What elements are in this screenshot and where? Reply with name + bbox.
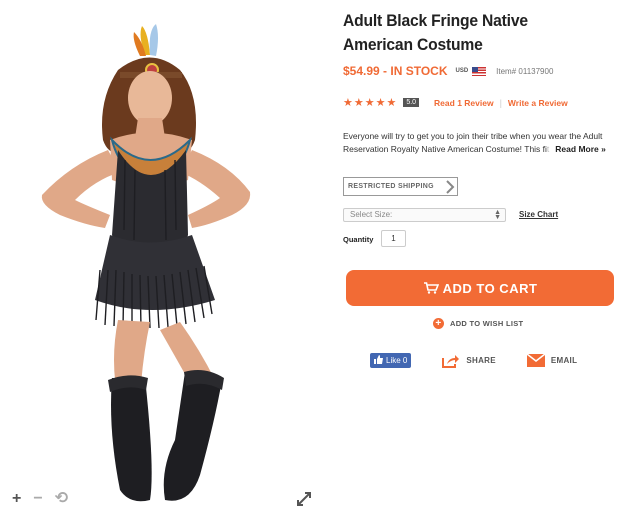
- zoom-out-icon[interactable]: −: [33, 491, 42, 507]
- thumbs-up-icon: [374, 355, 383, 366]
- size-select-value: Select Size:: [350, 210, 393, 219]
- quantity-label: Quantity: [343, 235, 374, 244]
- share-button[interactable]: SHARE: [442, 354, 496, 368]
- plus-circle-icon: +: [433, 318, 444, 329]
- divider: |: [499, 97, 502, 108]
- add-to-cart-button[interactable]: ADD TO CART: [346, 270, 614, 306]
- envelope-icon: [526, 354, 545, 367]
- like-count: Like 0: [386, 356, 408, 365]
- facebook-like-button[interactable]: Like 0: [370, 353, 412, 368]
- wish-list-label: ADD TO WISH LIST: [450, 319, 524, 328]
- item-number: Item# 01137900: [496, 66, 554, 76]
- read-more-link[interactable]: Read More »: [555, 143, 606, 156]
- zoom-controls: + − ⟲: [12, 491, 68, 507]
- description-line: Reservation Royalty Native American Cost…: [343, 144, 547, 154]
- star-rating-icon: ★★★★★: [343, 97, 398, 109]
- cart-icon: [423, 282, 439, 294]
- write-review-link[interactable]: Write a Review: [508, 98, 568, 108]
- product-description: Everyone will try to get you to join the…: [343, 130, 618, 156]
- share-label: SHARE: [466, 356, 496, 365]
- quantity-input[interactable]: 1: [381, 230, 406, 247]
- select-arrows-icon: ▲ ▼: [494, 209, 501, 221]
- restricted-shipping-label: RESTRICTED SHIPPING: [348, 183, 434, 190]
- description-fade: t: [546, 144, 550, 154]
- size-chart-link[interactable]: Size Chart: [519, 210, 558, 219]
- email-label: EMAIL: [550, 356, 578, 365]
- zoom-in-icon[interactable]: +: [12, 491, 21, 507]
- chevron-right-icon: [442, 177, 458, 196]
- rating-row: ★★★★★ 5.0 Read 1 Review | Write a Review: [343, 96, 568, 109]
- price-stock: $54.99 - IN STOCK: [343, 64, 448, 78]
- size-select[interactable]: Select Size: ▲ ▼: [343, 208, 506, 222]
- reset-icon[interactable]: ⟲: [55, 491, 68, 507]
- product-image-viewer[interactable]: + − ⟲: [0, 0, 328, 519]
- expand-icon[interactable]: [296, 491, 312, 507]
- description-line: Everyone will try to get you to join the…: [343, 131, 603, 141]
- product-title: Adult Black Fringe Native American Costu…: [343, 11, 528, 54]
- add-to-wish-list-button[interactable]: + ADD TO WISH LIST: [433, 318, 523, 329]
- social-share-row: Like 0 SHARE EMAIL: [370, 353, 577, 368]
- add-to-cart-label: ADD TO CART: [442, 280, 538, 296]
- email-button[interactable]: EMAIL: [526, 354, 578, 367]
- restricted-shipping-button[interactable]: RESTRICTED SHIPPING: [343, 177, 458, 196]
- rating-score: 5.0: [403, 98, 420, 107]
- share-icon: [442, 354, 460, 368]
- product-image: [41, 24, 251, 502]
- currency-selector[interactable]: USD: [455, 68, 468, 74]
- read-reviews-link[interactable]: Read 1 Review: [434, 98, 494, 108]
- us-flag-icon[interactable]: [472, 66, 487, 76]
- price-row: $54.99 - IN STOCK USD Item# 01137900: [343, 64, 553, 78]
